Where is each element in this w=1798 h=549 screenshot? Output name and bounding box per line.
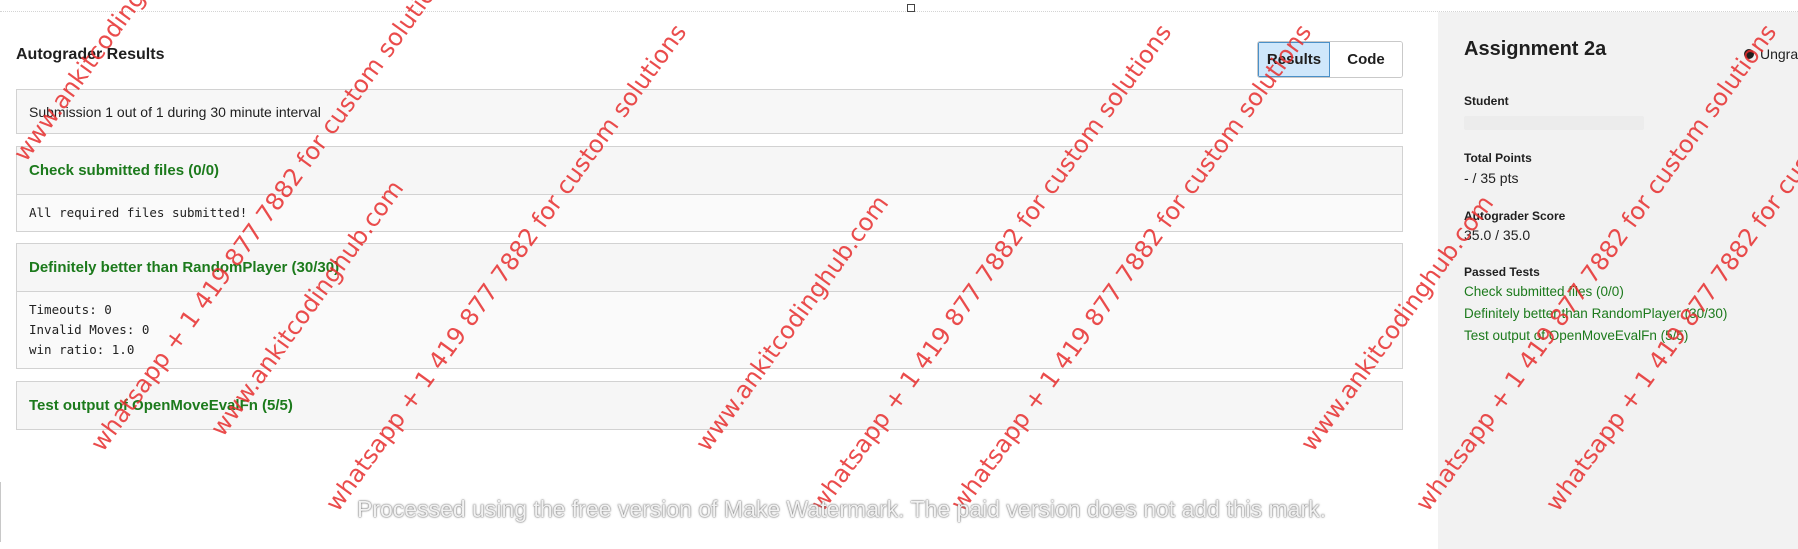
submission-sidebar: Assignment 2a Ungraded Student Total Poi…	[1438, 12, 1798, 549]
passed-tests-label: Passed Tests	[1464, 265, 1540, 279]
test-better-than-randomplayer: Definitely better than RandomPlayer (30/…	[16, 243, 1403, 369]
test-output-text: Timeouts: 0 Invalid Moves: 0 win ratio: …	[29, 302, 150, 357]
test-title[interactable]: Check submitted files (0/0)	[17, 147, 1402, 194]
test-check-submitted-files: Check submitted files (0/0) All required…	[16, 146, 1403, 232]
status-dot-icon	[1744, 49, 1754, 59]
student-label: Student	[1464, 94, 1509, 108]
test-title[interactable]: Definitely better than RandomPlayer (30/…	[17, 244, 1402, 291]
autograder-results-pane: Autograder Results Results Code Submissi…	[0, 12, 1438, 549]
test-title[interactable]: Test output of OpenMoveEvalFn (5/5)	[17, 382, 1402, 429]
test-output: Timeouts: 0 Invalid Moves: 0 win ratio: …	[17, 291, 1402, 368]
autograder-score-value: 35.0 / 35.0	[1464, 227, 1531, 243]
assignment-title: Assignment 2a	[1464, 38, 1607, 60]
passed-test-link[interactable]: Definitely better than RandomPlayer (30/…	[1464, 306, 1727, 321]
view-toggle: Results Code	[1257, 41, 1403, 78]
window-top-border	[0, 0, 1798, 12]
results-tab-button[interactable]: Results	[1258, 42, 1330, 77]
code-tab-button[interactable]: Code	[1330, 42, 1402, 77]
test-output-text: All required files submitted!	[29, 205, 248, 220]
passed-test-link[interactable]: Check submitted files (0/0)	[1464, 284, 1624, 299]
total-points-label: Total Points	[1464, 151, 1532, 165]
test-output: All required files submitted!	[17, 194, 1402, 231]
resize-handle[interactable]	[907, 4, 915, 12]
status-label: Ungraded	[1760, 46, 1798, 62]
student-name-redacted	[1464, 116, 1644, 130]
test-openmoveevalfn: Test output of OpenMoveEvalFn (5/5)	[16, 381, 1403, 430]
pane-edge	[0, 482, 1, 542]
autograder-score-label: Autograder Score	[1464, 209, 1566, 223]
grading-status: Ungraded	[1744, 46, 1798, 62]
total-points-value: - / 35 pts	[1464, 170, 1519, 186]
submission-summary: Submission 1 out of 1 during 30 minute i…	[16, 89, 1403, 134]
autograder-results-title: Autograder Results	[16, 46, 165, 63]
passed-test-link[interactable]: Test output of OpenMoveEvalFn (5/5)	[1464, 328, 1688, 343]
